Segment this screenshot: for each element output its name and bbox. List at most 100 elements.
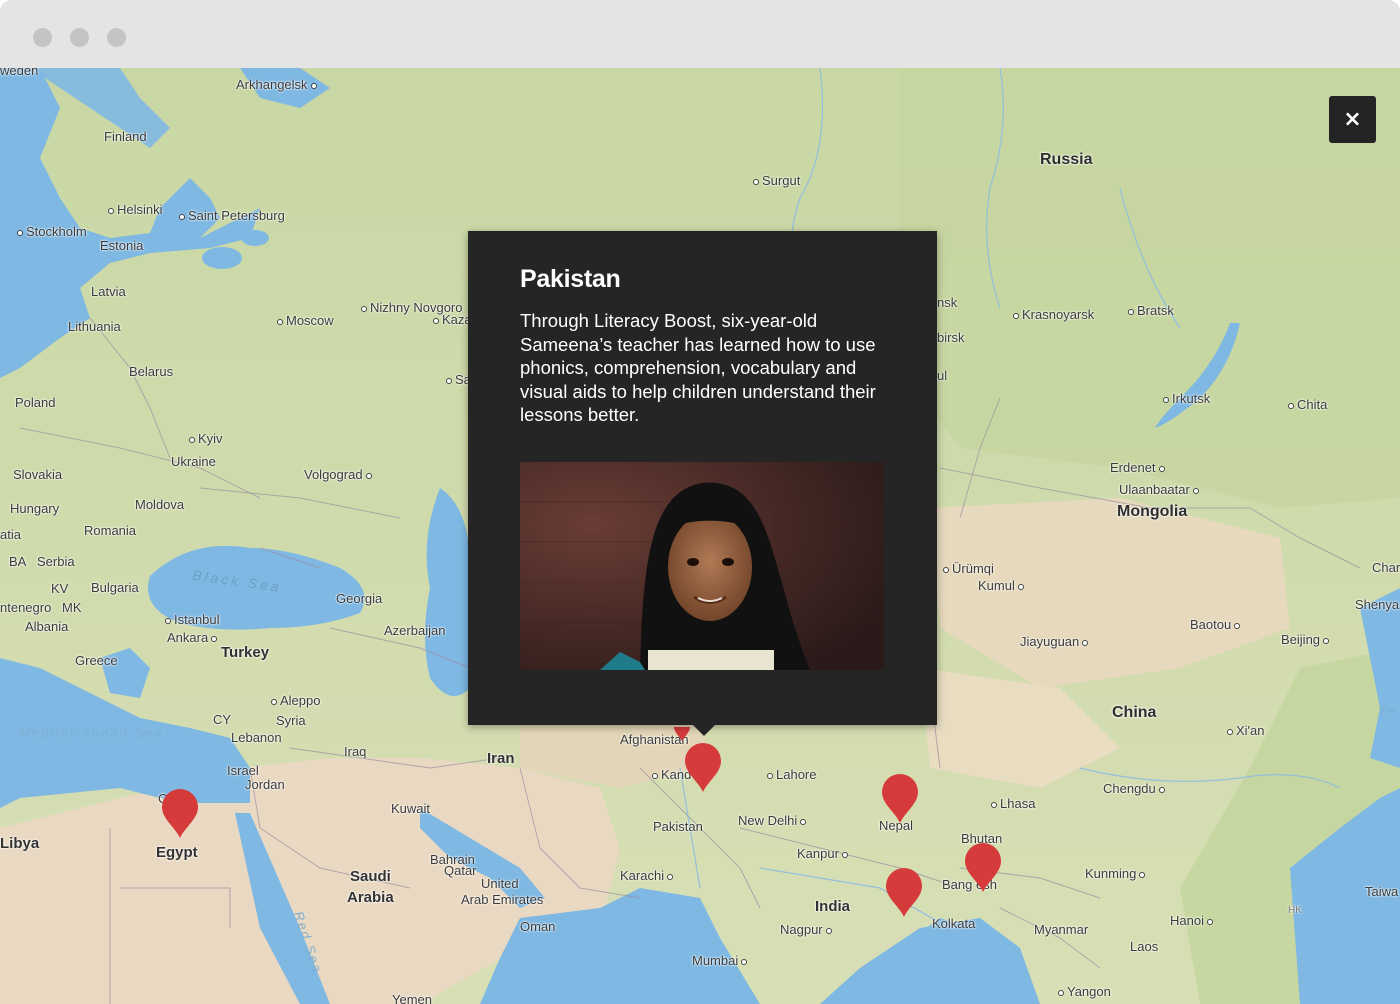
map-label: Mumbai <box>692 954 750 967</box>
map-label: Azerbaijan <box>384 623 446 638</box>
map-label: Arkhangelsk <box>236 78 320 91</box>
city-name: Karachi <box>620 868 665 883</box>
map-label: China <box>1112 704 1157 721</box>
map-label: Kaza <box>430 313 472 326</box>
map-label: Ankara <box>167 631 220 644</box>
map-marker-bangladesh[interactable] <box>964 843 1002 893</box>
window-titlebar <box>0 0 1400 68</box>
city-name: Ulaanbaatar <box>1119 482 1190 497</box>
map-label: Poland <box>15 395 56 410</box>
map-label: Lahore <box>764 768 816 781</box>
map-label: Moldova <box>135 497 185 512</box>
map-label: Laos <box>1130 939 1159 954</box>
map-label: BA <box>9 554 27 569</box>
map-label: Jiayuguan <box>1020 635 1091 648</box>
map-label: Aleppo <box>268 694 320 707</box>
map-label: Jordan <box>245 777 285 792</box>
map-label: ntenegro <box>0 600 52 615</box>
map-label: Erdenet <box>1110 461 1168 474</box>
map-label: Hungary <box>10 501 60 516</box>
portrait-photo-image <box>520 462 884 670</box>
map-label: Taiwa <box>1365 884 1399 899</box>
city-name: Istanbul <box>174 612 220 627</box>
map-marker-afghanistan-partial[interactable] <box>672 724 692 742</box>
map-label: KV <box>51 581 69 596</box>
map-label: Char <box>1372 560 1400 575</box>
map-marker-pakistan[interactable] <box>684 743 722 793</box>
city-name: Baotou <box>1190 617 1232 632</box>
map-label: Lebanon <box>231 730 282 745</box>
city-name: Erdenet <box>1110 460 1156 475</box>
map-label: Egypt <box>156 844 198 861</box>
map-label: Krasnoyarsk <box>1010 308 1094 321</box>
city-name: Surgut <box>762 173 801 188</box>
city-name: Krasnoyarsk <box>1022 307 1095 322</box>
city-name: Irkutsk <box>1172 391 1211 406</box>
city-name: Moscow <box>286 313 334 328</box>
map-label: Volgograd <box>304 468 375 481</box>
city-name: Chita <box>1297 397 1328 412</box>
map-label: weden <box>0 68 39 78</box>
map-label: Saint Petersburg <box>176 209 285 222</box>
map-label: birsk <box>937 330 965 345</box>
map-label: Kanpur <box>797 847 851 860</box>
map-label: Hanoi <box>1170 914 1216 927</box>
city-name: Xi'an <box>1236 723 1265 738</box>
window-close-dot[interactable] <box>33 28 52 47</box>
map-label: New Delhi <box>738 814 809 827</box>
city-name: Stockholm <box>26 224 87 239</box>
city-name: Volgograd <box>304 467 363 482</box>
map-label: Ulaanbaatar <box>1119 483 1202 496</box>
city-name: Bratsk <box>1137 303 1174 318</box>
map-marker-egypt[interactable] <box>161 789 199 839</box>
map-label: Iraq <box>344 744 367 759</box>
map-label: Russia <box>1040 151 1093 168</box>
map-label: Irkutsk <box>1160 392 1210 405</box>
city-name: Hanoi <box>1170 913 1204 928</box>
map-marker-india[interactable] <box>885 868 923 918</box>
info-popup: Pakistan Through Literacy Boost, six-yea… <box>468 231 937 725</box>
map-label: ul <box>937 368 948 383</box>
map-label: HK <box>1288 905 1302 916</box>
map-label: Ukraine <box>171 454 216 469</box>
map-label: Kunming <box>1085 867 1148 880</box>
city-name: Ürümqi <box>952 561 994 576</box>
map-label: Qatar <box>444 863 477 878</box>
map-label: Chita <box>1285 398 1327 411</box>
city-name: Jiayuguan <box>1020 634 1080 649</box>
map-label: Bratsk <box>1125 304 1174 317</box>
map-label: Myanmar <box>1034 922 1089 937</box>
browser-window: weden Arkhangelsk Finland Russia Surgut … <box>0 0 1400 1004</box>
map-marker-nepal[interactable] <box>881 774 919 824</box>
map-label: Pakistan <box>653 819 703 834</box>
map-label: Georgia <box>336 591 383 606</box>
city-name: Chengdu <box>1103 781 1156 796</box>
city-name: Saint Petersburg <box>188 208 285 223</box>
map-label: Latvia <box>91 284 126 299</box>
map-label: Romania <box>84 523 137 538</box>
map-label: Oman <box>520 919 556 934</box>
map-label: Kumul <box>978 579 1027 592</box>
map-label: Albania <box>25 619 69 634</box>
city-name: Helsinki <box>117 202 163 217</box>
window-maximize-dot[interactable] <box>107 28 126 47</box>
map-label-sea: Mediterranean Sea <box>19 725 164 740</box>
map-label: Turkey <box>221 644 270 661</box>
map-label: Karachi <box>620 869 676 882</box>
city-name: Lahore <box>776 767 817 782</box>
map-label: Nagpur <box>780 923 835 936</box>
map-label: Arab Emirates <box>461 892 544 907</box>
map-label: nsk <box>937 295 958 310</box>
map-label: Kolkata <box>932 916 976 931</box>
city-name: Beijing <box>1281 632 1321 647</box>
city-name: Mumbai <box>692 953 739 968</box>
map-label: Greece <box>75 653 118 668</box>
map-label: Istanbul <box>162 613 220 626</box>
city-name: Aleppo <box>280 693 321 708</box>
map-label: Lhasa <box>988 797 1035 810</box>
map-label: MK <box>62 600 82 615</box>
map-label: Arabia <box>347 889 394 906</box>
close-button[interactable]: × <box>1329 96 1376 143</box>
city-name: Kyiv <box>198 431 223 446</box>
window-minimize-dot[interactable] <box>70 28 89 47</box>
